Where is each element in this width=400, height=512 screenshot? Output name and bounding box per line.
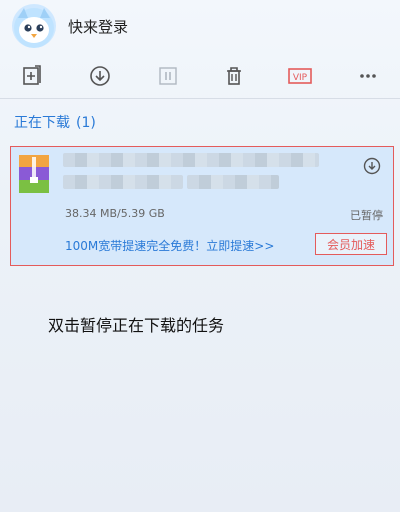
login-link[interactable]: 快来登录: [68, 16, 128, 37]
toolbar-divider: [0, 98, 400, 99]
archive-file-icon: [19, 155, 49, 193]
blurred-filename-line1: [63, 153, 319, 167]
section-title: 正在下载: [14, 115, 70, 131]
add-file-icon: [23, 65, 41, 85]
instruction-caption: 双击暂停正在下载的任务: [48, 316, 225, 335]
start-download-button[interactable]: [84, 62, 116, 90]
pause-icon: [159, 67, 177, 85]
promo-link[interactable]: 100M宽带提速完全免费！立即提速>>: [65, 237, 274, 254]
header: 快来登录: [0, 0, 400, 54]
bird-mascot-icon: [14, 8, 54, 48]
toolbar: VIP: [0, 56, 400, 96]
vip-button[interactable]: VIP: [284, 62, 316, 90]
avatar[interactable]: [12, 4, 56, 48]
more-button[interactable]: [352, 62, 384, 90]
pause-button[interactable]: [152, 62, 184, 90]
new-task-button[interactable]: [16, 62, 48, 90]
download-icon: [90, 66, 110, 86]
item-download-icon[interactable]: [363, 157, 381, 175]
download-size: 38.34 MB/5.39 GB: [65, 207, 165, 220]
vip-text: VIP: [293, 73, 308, 83]
download-status: 已暂停: [350, 209, 383, 222]
vip-badge-icon: VIP: [288, 68, 312, 84]
trash-icon: [227, 67, 241, 85]
blurred-filename-line3: [187, 175, 279, 189]
section-count: (1): [76, 115, 96, 131]
vip-speedup-button[interactable]: 会员加速: [315, 233, 387, 255]
download-item[interactable]: 38.34 MB/5.39 GB 已暂停 100M宽带提速完全免费！立即提速>>…: [10, 146, 394, 266]
delete-button[interactable]: [218, 62, 250, 90]
blurred-filename-line2: [63, 175, 183, 189]
section-downloading[interactable]: 正在下载 (1): [14, 112, 96, 132]
more-icon: [360, 74, 376, 78]
app-window: 快来登录 VIP 正在下载 (1) 38.34 MB/5.39 GB 已暂停 1…: [0, 0, 400, 512]
